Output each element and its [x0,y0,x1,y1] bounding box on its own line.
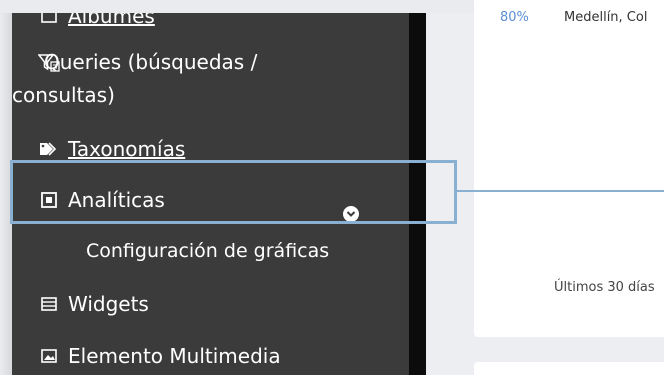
sidebar-item-taxonomias[interactable]: Taxonomías [36,136,185,162]
sidebar-item-multimedia[interactable]: Elemento Multimedia [36,343,281,369]
sidebar-item-widgets[interactable]: Widgets [36,291,149,317]
sidebar-subitem-label: Configuración de gráficas [86,240,330,262]
highlight-box [10,160,457,224]
location-label: Medellín, Col [564,10,648,25]
image-icon [36,345,62,367]
sidebar-item-label: Taxonomías [68,137,186,161]
percent-value: 80% [500,10,529,25]
highlight-connector [457,190,664,192]
sidebar-item-label: Widgets [68,292,149,316]
folder-icon [36,13,62,27]
sidebar-item-queries[interactable]: Queries (búsquedas / consultas) [12,46,332,112]
bars-icon [36,293,62,315]
sidebar-subitem-configuracion[interactable]: Configuración de gráficas [86,238,329,264]
tags-icon [36,138,62,160]
sidebar-item-albumes[interactable]: Álbumes [36,13,155,29]
analytics-card: 80% Medellín, Col Últimos 30 días [474,0,664,337]
date-range-label: Últimos 30 días [554,280,655,295]
filter-icon [36,52,62,74]
next-card [474,362,664,375]
sidebar-item-label: Álbumes [68,13,155,28]
sidebar-item-label: Elemento Multimedia [68,344,281,368]
